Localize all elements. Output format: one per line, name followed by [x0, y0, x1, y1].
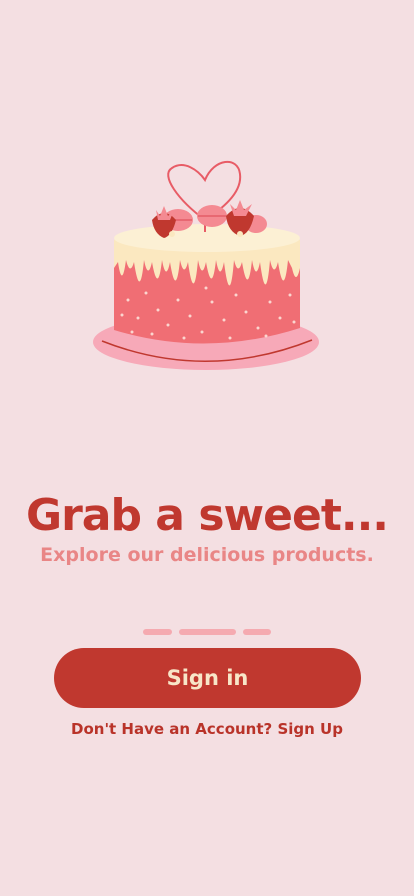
onboarding-screen: Grab a sweet... Explore our delicious pr…	[0, 0, 414, 896]
sign-up-prompt: Don't Have an Account? Sign Up	[0, 720, 414, 738]
page-indicator-dot	[143, 629, 172, 635]
sign-in-button[interactable]: Sign in	[54, 648, 361, 708]
sign-up-link[interactable]: Sign Up	[277, 720, 343, 738]
page-title: Grab a sweet...	[25, 490, 389, 541]
no-account-text: Don't Have an Account?	[71, 720, 278, 738]
page-indicator-dot-active	[179, 629, 236, 635]
page-indicator-dot	[243, 629, 271, 635]
cake-illustration	[80, 150, 334, 386]
page-indicator	[143, 629, 271, 635]
page-subtitle: Explore our delicious products.	[40, 544, 374, 566]
